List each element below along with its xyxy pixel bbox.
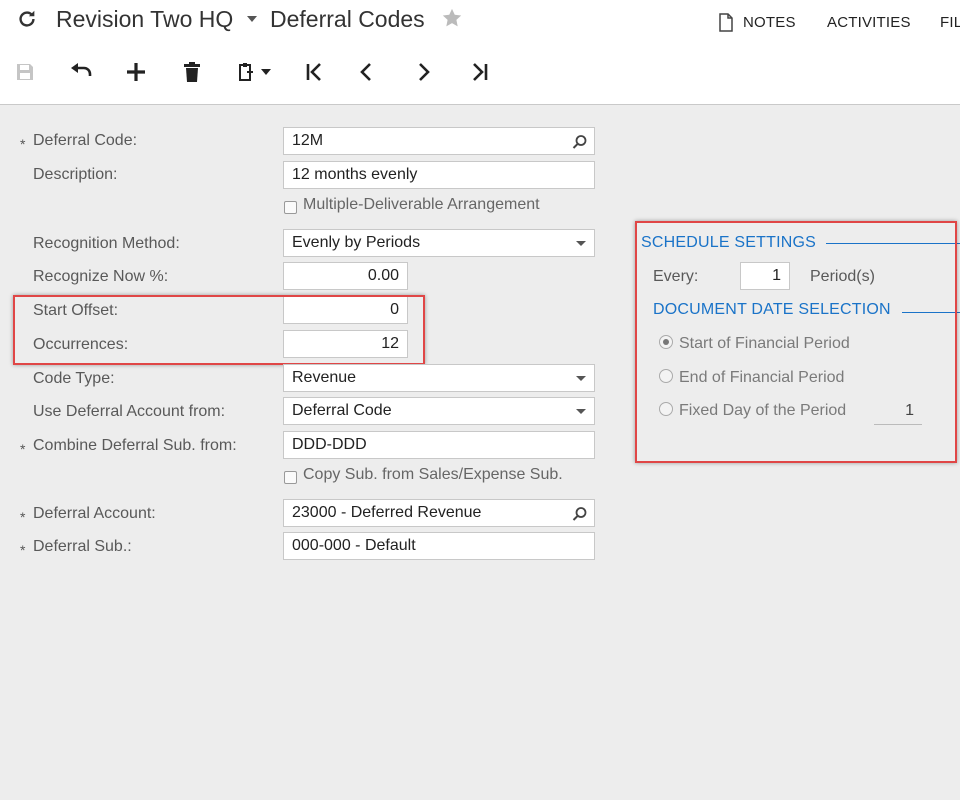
clipboard-icon (239, 63, 253, 81)
highlight-box-offset-occurrences (13, 295, 425, 365)
first-icon (306, 63, 321, 81)
trash-icon (184, 62, 200, 82)
multiple-deliverable-label: Multiple-Deliverable Arrangement (303, 196, 540, 213)
search-icon[interactable] (572, 133, 588, 154)
add-button[interactable] (121, 58, 151, 86)
code-type-label: Code Type: (33, 370, 115, 387)
last-icon (473, 63, 488, 81)
undo-button[interactable] (66, 58, 96, 86)
chevron-down-icon (576, 409, 586, 414)
deferral-code-input[interactable]: 12M (283, 127, 595, 155)
combine-sub-label: Combine Deferral Sub. from: (33, 437, 237, 454)
recognize-now-input[interactable]: 0.00 (283, 262, 408, 290)
save-button[interactable] (10, 58, 40, 86)
description-input[interactable]: 12 months evenly (283, 161, 595, 189)
required-marker: * (20, 136, 26, 152)
search-icon[interactable] (572, 505, 588, 526)
next-record-button[interactable] (408, 58, 438, 86)
delete-button[interactable] (177, 58, 207, 86)
chevron-left-icon (360, 63, 371, 81)
first-record-button[interactable] (299, 58, 329, 86)
activities-link[interactable]: ACTIVITIES (827, 14, 911, 31)
undo-icon (71, 63, 92, 76)
notes-link[interactable]: NOTES (743, 14, 796, 31)
top-bar: Revision Two HQ Deferral Codes NOTES ACT… (0, 0, 960, 105)
code-type-select[interactable]: Revenue (283, 364, 595, 392)
combine-sub-input[interactable]: DDD-DDD (283, 431, 595, 459)
description-label: Description: (33, 166, 118, 183)
chevron-down-icon (576, 376, 586, 381)
chevron-right-icon (419, 63, 430, 81)
clipboard-button[interactable] (232, 58, 276, 86)
refresh-icon[interactable] (16, 8, 38, 35)
page-title: Deferral Codes (270, 6, 425, 32)
previous-record-button[interactable] (352, 58, 382, 86)
last-record-button[interactable] (465, 58, 495, 86)
save-icon (17, 64, 33, 80)
plus-icon (127, 63, 145, 81)
files-link[interactable]: FIL (940, 14, 960, 31)
copy-sub-checkbox[interactable] (284, 471, 297, 484)
chevron-down-icon (261, 69, 271, 75)
deferral-code-label: Deferral Code: (33, 132, 138, 149)
company-dropdown-icon[interactable] (247, 16, 257, 22)
highlight-box-schedule-settings (635, 221, 957, 463)
required-marker: * (20, 542, 26, 558)
recognition-method-select[interactable]: Evenly by Periods (283, 229, 595, 257)
star-icon[interactable] (441, 7, 463, 34)
company-title[interactable]: Revision Two HQ (56, 6, 233, 33)
notes-icon (718, 13, 734, 37)
copy-sub-label: Copy Sub. from Sales/Expense Sub. (303, 466, 563, 483)
deferral-sub-label: Deferral Sub.: (33, 538, 132, 555)
multiple-deliverable-checkbox[interactable] (284, 201, 297, 214)
chevron-down-icon (576, 241, 586, 246)
recognition-method-label: Recognition Method: (33, 235, 180, 252)
deferral-account-input[interactable]: 23000 - Deferred Revenue (283, 499, 595, 527)
use-deferral-account-label: Use Deferral Account from: (33, 403, 226, 420)
use-deferral-account-select[interactable]: Deferral Code (283, 397, 595, 425)
required-marker: * (20, 509, 26, 525)
required-marker: * (20, 441, 26, 457)
recognize-now-label: Recognize Now %: (33, 268, 169, 285)
deferral-account-label: Deferral Account: (33, 505, 156, 522)
deferral-sub-input[interactable]: 000-000 - Default (283, 532, 595, 560)
